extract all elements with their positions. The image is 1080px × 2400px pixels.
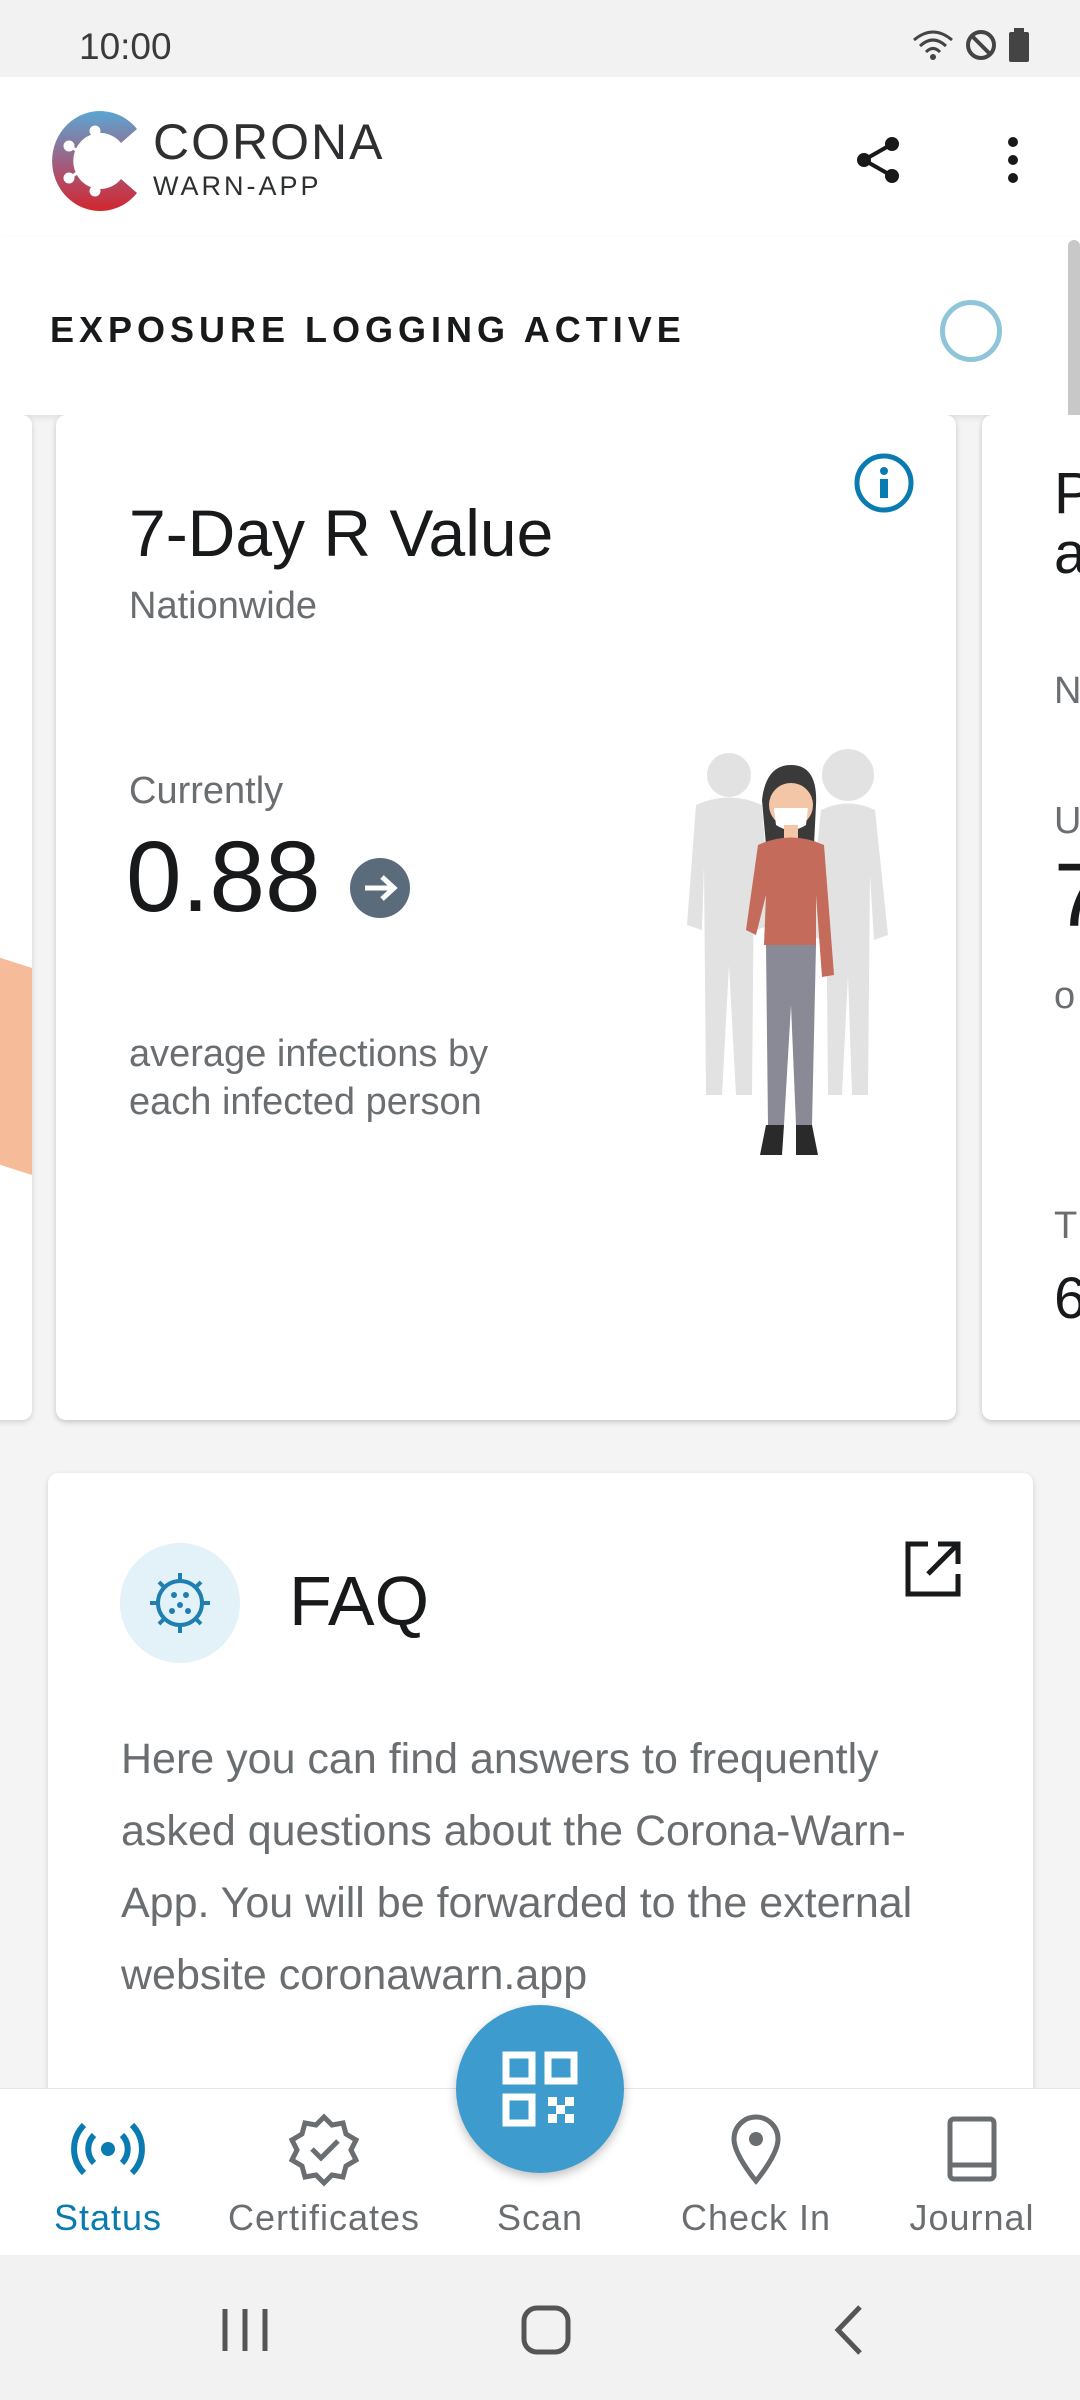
nav-label: Check In <box>680 2197 832 2238</box>
location-pin-icon <box>731 2114 781 2185</box>
virus-icon <box>150 1573 210 1633</box>
nav-label: Certificates <box>227 2197 421 2238</box>
nav-label: Scan <box>496 2197 584 2238</box>
next-card-fragment: o <box>1054 975 1076 1017</box>
wifi-icon <box>913 30 953 60</box>
external-link-icon[interactable] <box>902 1538 964 1600</box>
corona-warn-app-logo <box>52 110 137 211</box>
faq-description: Here you can find answers to frequently … <box>121 1735 913 1999</box>
nav-item-status[interactable]: Status <box>0 2109 216 2249</box>
nav-item-check-in[interactable]: Check In <box>648 2109 864 2249</box>
people-illustration <box>687 749 888 1155</box>
back-icon[interactable] <box>810 2295 890 2365</box>
system-navigation-bar <box>0 2255 1080 2400</box>
next-card-fragment: T <box>1054 1205 1078 1247</box>
brand-name: CORONA <box>153 114 385 170</box>
more-options-icon[interactable] <box>985 132 1041 188</box>
r-value-card: 7-Day R Value Nationwide Currently 0.88 … <box>56 415 956 1420</box>
next-card-fragment: a <box>1054 521 1080 586</box>
recent-apps-icon[interactable] <box>205 2295 285 2365</box>
info-icon[interactable] <box>853 452 915 514</box>
qr-code-icon <box>502 2051 578 2127</box>
nav-label: Journal <box>909 2197 1035 2238</box>
card-title: 7-Day R Value <box>129 496 554 570</box>
trend-arrow-icon <box>350 858 410 918</box>
exposure-progress-ring <box>940 300 1002 362</box>
current-label: Currently <box>129 770 284 812</box>
next-card-peek[interactable]: P a N U 7 o T 6 <box>982 415 1080 1420</box>
scan-fab[interactable] <box>456 2005 624 2173</box>
exposure-logging-bar[interactable]: EXPOSURE LOGGING ACTIVE <box>0 237 1080 415</box>
statistics-carousel[interactable]: 7-Day R Value Nationwide Currently 0.88 … <box>0 415 1080 1450</box>
nav-label: Status <box>53 2197 163 2238</box>
next-card-fragment: P <box>1054 461 1080 526</box>
next-card-fragment: 7 <box>1054 846 1080 946</box>
exposure-status-label: EXPOSURE LOGGING ACTIVE <box>50 309 686 350</box>
previous-card-peek[interactable] <box>0 415 32 1420</box>
status-bar: 10:00 <box>0 0 1080 77</box>
battery-icon <box>1009 28 1029 62</box>
app-bar: CORONA WARN-APP <box>0 77 1080 237</box>
faq-icon-container <box>120 1543 240 1663</box>
next-card-fragment: 6 <box>1054 1266 1080 1331</box>
faq-title: FAQ <box>289 1562 430 1640</box>
card-description: average infections by each infected pers… <box>129 1033 489 1123</box>
broadcast-icon <box>71 2122 145 2176</box>
do-not-disturb-icon <box>966 30 996 60</box>
next-card-fragment: N <box>1054 670 1080 712</box>
nav-item-certificates[interactable]: Certificates <box>216 2109 432 2249</box>
card-subtitle: Nationwide <box>129 585 317 627</box>
r-value: 0.88 <box>126 821 321 933</box>
home-icon[interactable] <box>506 2295 586 2365</box>
nav-item-journal[interactable]: Journal <box>864 2109 1080 2249</box>
brand-subtitle: WARN-APP <box>153 171 322 201</box>
previous-card-illustration <box>0 945 32 1175</box>
certificate-icon <box>288 2113 360 2187</box>
share-icon[interactable] <box>850 132 906 188</box>
status-time: 10:00 <box>79 26 172 67</box>
next-card-fragment: U <box>1054 800 1080 842</box>
system-icons <box>912 28 1030 62</box>
book-icon <box>947 2116 997 2182</box>
